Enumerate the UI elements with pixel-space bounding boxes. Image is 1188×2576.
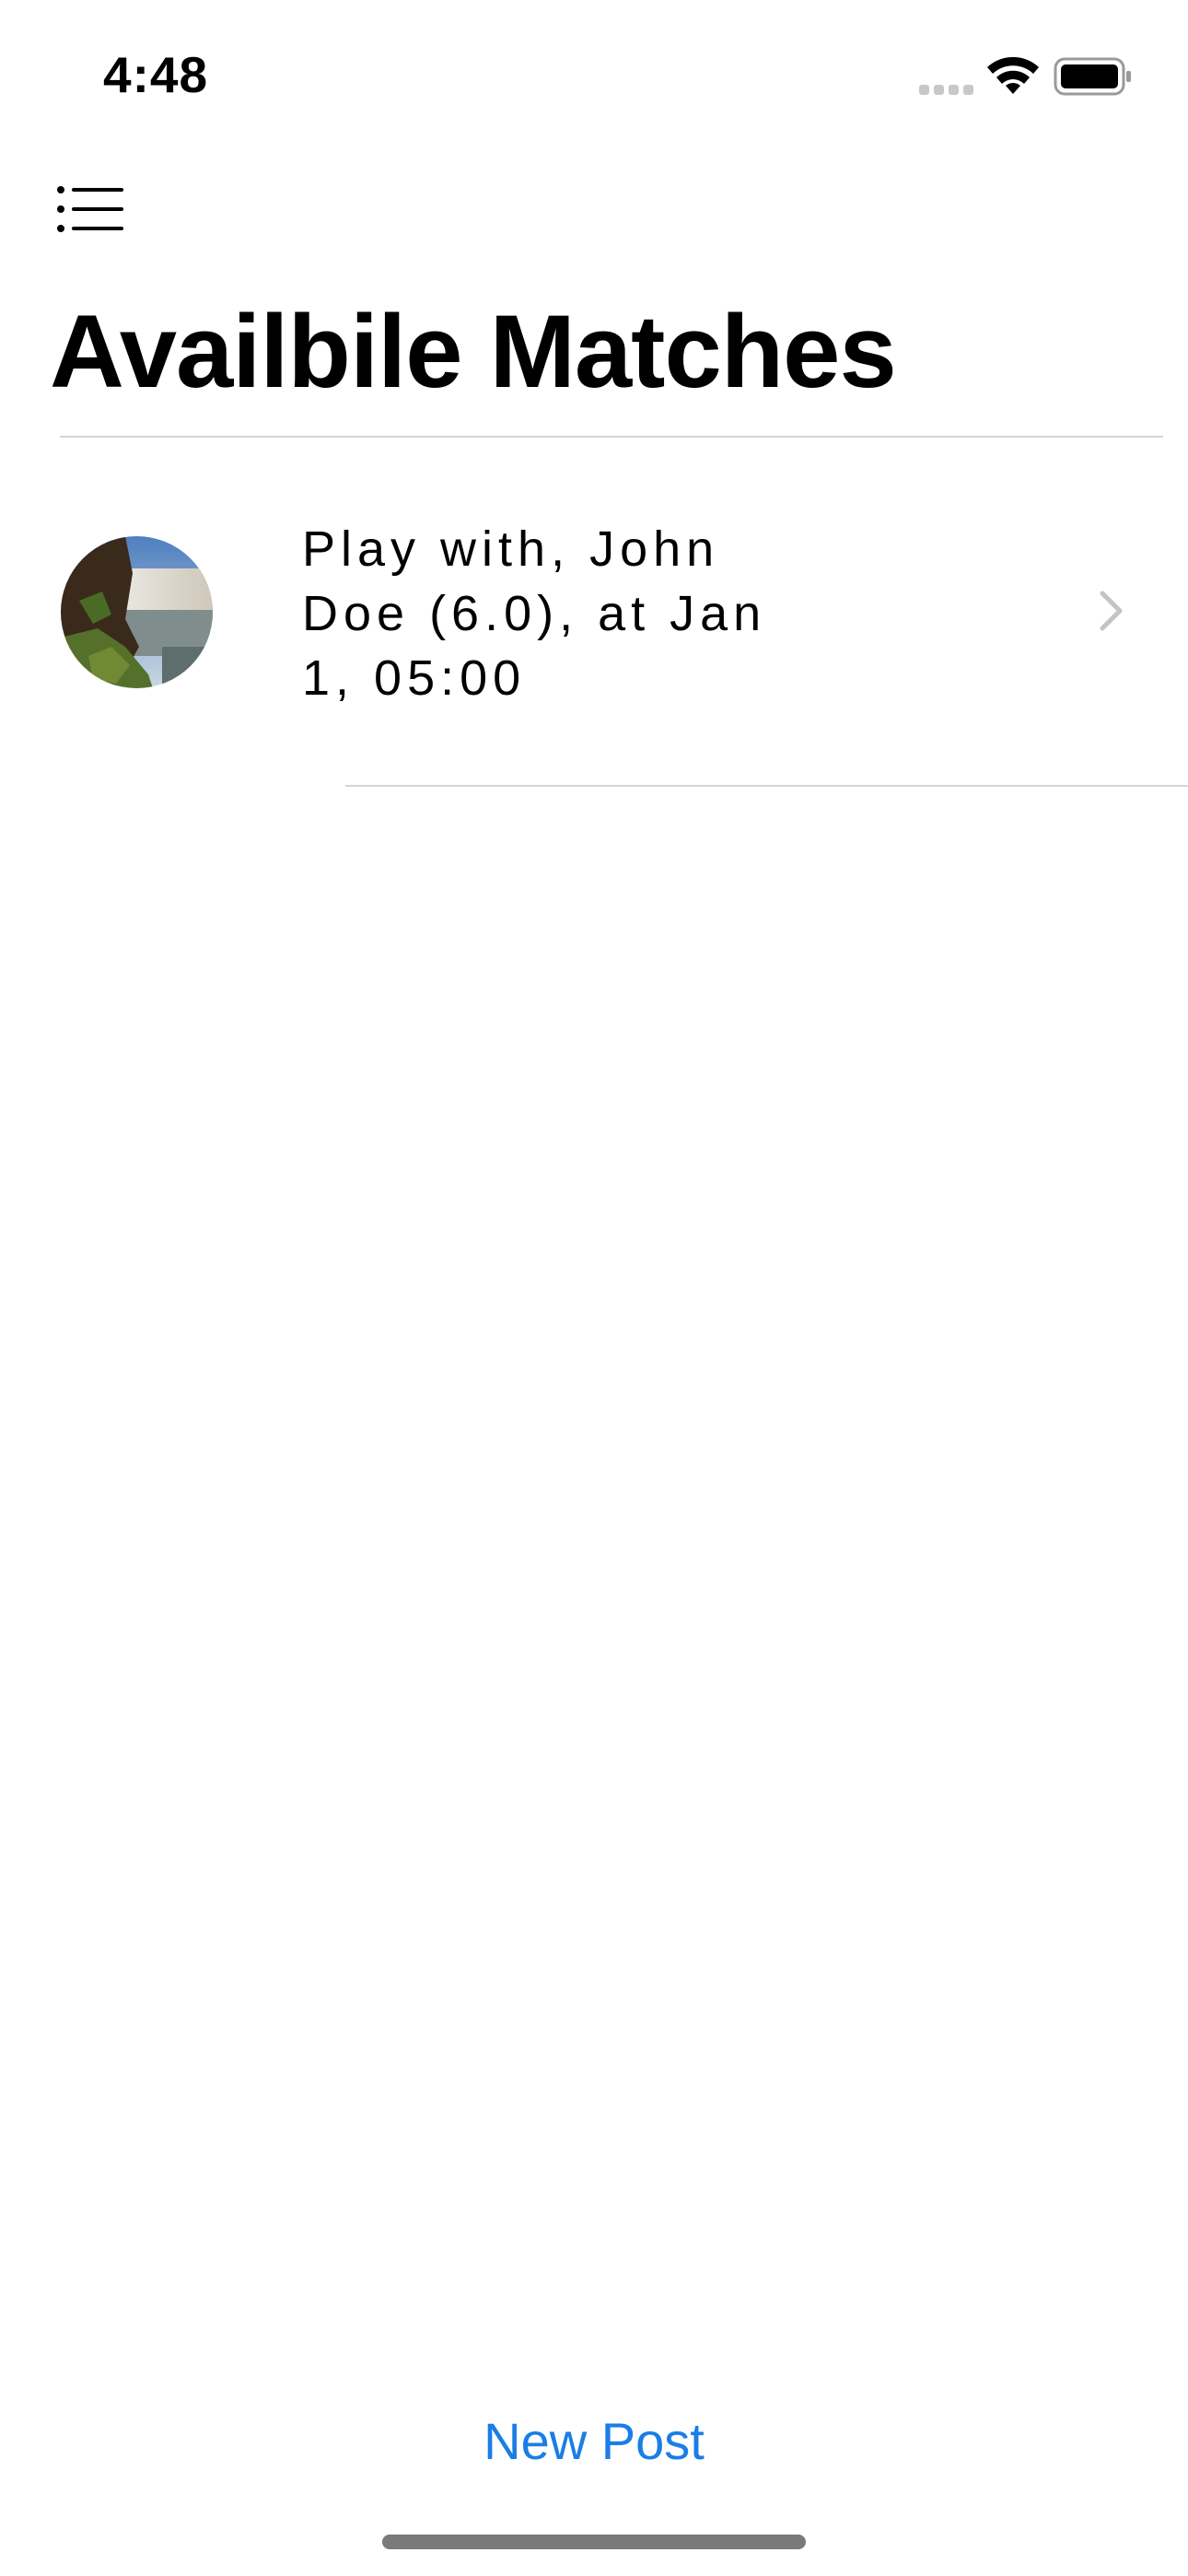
row-divider [345,785,1188,787]
screen: 4:48 Availbile Matches Play with, John D… [0,0,1188,2576]
battery-icon [1054,57,1131,96]
chevron-right-icon [1100,591,1123,631]
list-icon [57,186,123,232]
wifi-icon [987,56,1039,94]
match-list: Play with, John Doe (6.0), at Jan 1, 05:… [0,438,1188,787]
match-row[interactable]: Play with, John Doe (6.0), at Jan 1, 05:… [0,438,1188,787]
signal-icon [919,85,973,95]
match-text: Play with, John Doe (6.0), at Jan 1, 05:… [302,521,767,706]
page-title: Availbile Matches [50,294,897,409]
menu-button[interactable] [46,175,138,249]
home-indicator[interactable] [382,2535,806,2549]
status-time: 4:48 [103,46,209,103]
waterfall-photo [61,536,213,688]
status-bar: 4:48 [0,0,1188,147]
new-post-button[interactable]: New Post [0,2405,1188,2478]
match-avatar [61,536,213,688]
